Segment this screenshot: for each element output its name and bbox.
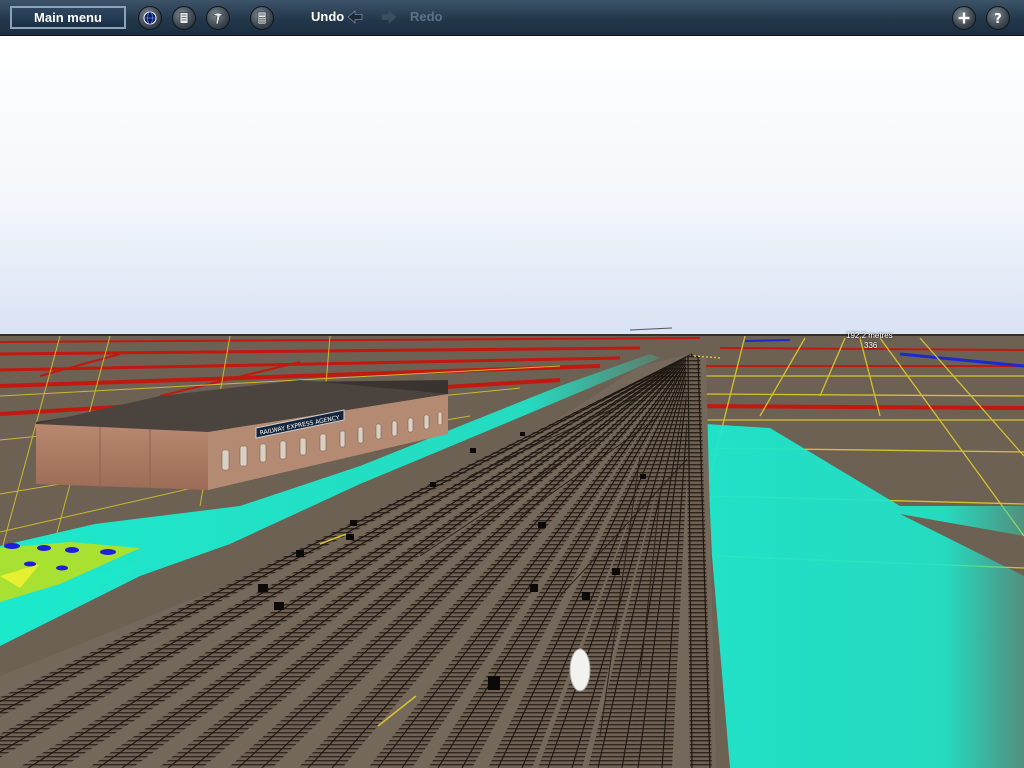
blue-line-2 (744, 339, 791, 342)
help-icon: ? (994, 12, 1002, 27)
measure-height-label: 336 (864, 341, 878, 350)
document-icon (179, 12, 189, 24)
undo-arrow-icon[interactable] (347, 10, 363, 24)
world-viewport[interactable]: RAILWAY EXPRESS AGENCY 192.2 metres 336 (0, 36, 1024, 768)
main-menu-button[interactable]: Main menu (10, 6, 126, 29)
calculator-icon (257, 11, 267, 25)
scene-render: RAILWAY EXPRESS AGENCY (0, 36, 1024, 768)
top-toolbar: Main menu Undo Redo ? (0, 0, 1024, 36)
plus-icon (958, 12, 970, 24)
help-button[interactable]: ? (986, 6, 1010, 30)
surveyor-window: Main menu Undo Redo ? RAILWAY EXPRESS AG… (0, 0, 1024, 768)
calculator-button[interactable] (250, 6, 274, 30)
sky (0, 36, 1024, 336)
globe-button[interactable] (138, 6, 162, 30)
white-tank-car (569, 648, 591, 692)
redo-arrow-icon[interactable] (381, 10, 397, 24)
tool-button[interactable] (206, 6, 230, 30)
document-button[interactable] (172, 6, 196, 30)
undo-button[interactable]: Undo (311, 9, 344, 24)
add-button[interactable] (952, 6, 976, 30)
svg-text:?: ? (994, 12, 1002, 27)
redo-button[interactable]: Redo (410, 9, 443, 24)
measure-distance-label: 192.2 metres (846, 331, 893, 340)
globe-icon (143, 11, 157, 25)
tool-icon (212, 12, 224, 25)
